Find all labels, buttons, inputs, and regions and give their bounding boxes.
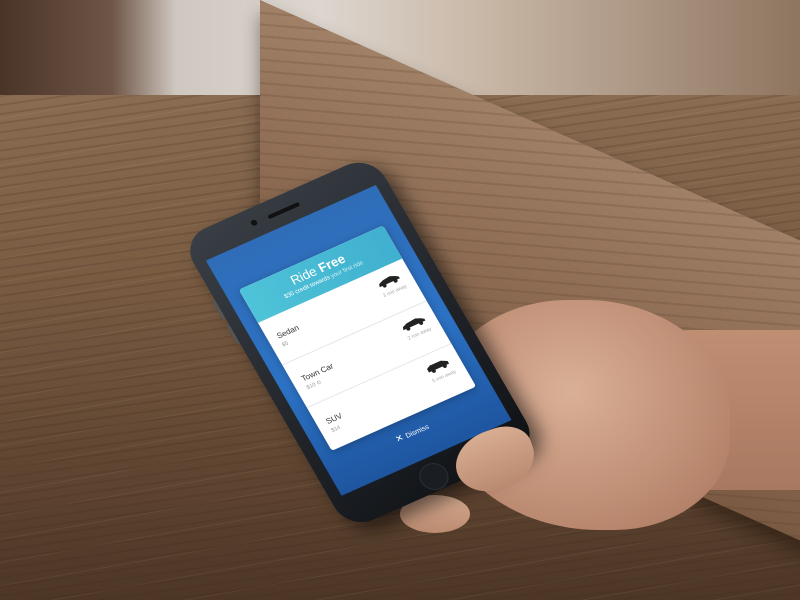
ride-option-price: $5 — [281, 340, 290, 349]
dismiss-label: Dismiss — [404, 423, 431, 440]
ride-option-name: Sedan — [275, 323, 301, 341]
close-icon: ✕ — [393, 432, 406, 445]
ride-option-name: SUV — [324, 411, 344, 426]
ride-option-price: $14 — [330, 424, 342, 434]
